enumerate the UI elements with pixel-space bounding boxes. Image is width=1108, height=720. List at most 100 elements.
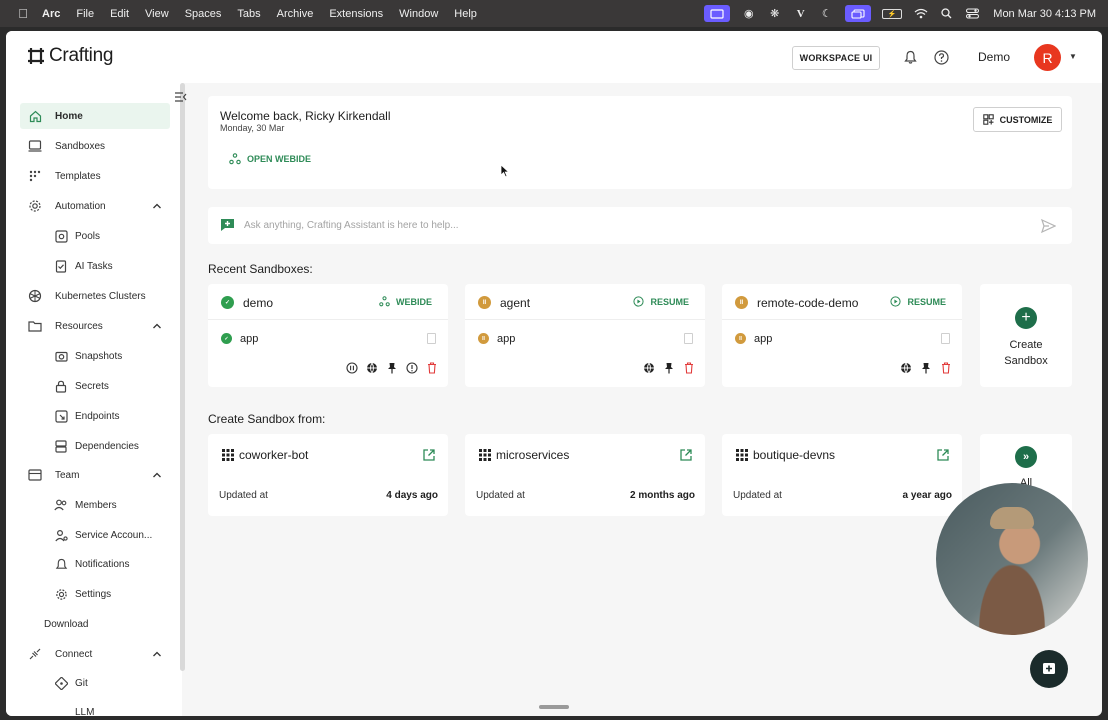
menu-file[interactable]: File bbox=[76, 8, 94, 20]
workspace-ui-button[interactable]: WORKSPACE UI bbox=[792, 46, 880, 70]
file-icon[interactable] bbox=[684, 333, 693, 344]
menu-archive[interactable]: Archive bbox=[277, 8, 314, 20]
sidebar-item-download[interactable]: Download bbox=[27, 611, 170, 637]
sidebar-item-sandboxes[interactable]: Sandboxes bbox=[27, 133, 170, 159]
workspace-status-icon: ✓ bbox=[221, 333, 232, 344]
template-card-boutique-devns[interactable]: boutique-devns Updated at a year ago bbox=[722, 434, 962, 516]
sidebar-item-llm[interactable]: LLM bbox=[53, 699, 170, 717]
open-external-icon[interactable] bbox=[936, 448, 950, 462]
menu-extensions[interactable]: Extensions bbox=[329, 8, 383, 20]
chevron-up-icon[interactable] bbox=[152, 201, 162, 211]
sidebar-scrollbar[interactable] bbox=[180, 83, 185, 671]
sandbox-name[interactable]: demo bbox=[243, 296, 273, 310]
moon-icon[interactable]: ☾ bbox=[819, 7, 834, 20]
chevron-up-icon[interactable] bbox=[152, 470, 162, 480]
wifi-icon[interactable] bbox=[913, 7, 928, 20]
dots-circle-icon[interactable]: ❋ bbox=[767, 7, 782, 20]
menu-help[interactable]: Help bbox=[454, 8, 477, 20]
sidebar-item-connect[interactable]: Connect bbox=[27, 641, 170, 667]
menubar-clock[interactable]: Mon Mar 30 4:13 PM bbox=[993, 8, 1096, 20]
template-card-coworker-bot[interactable]: coworker-bot Updated at 4 days ago bbox=[208, 434, 448, 516]
brand-logo[interactable]: Crafting bbox=[27, 45, 113, 67]
battery-icon[interactable]: ⚡ bbox=[882, 8, 903, 19]
create-sandbox-card[interactable]: + Create Sandbox bbox=[980, 284, 1072, 387]
sandbox-card-remote-code-demo[interactable]: II remote-code-demo RESUME II app bbox=[722, 284, 962, 387]
webide-icon bbox=[229, 153, 241, 165]
database-icon bbox=[53, 438, 69, 454]
grammarly-icon[interactable]: ◉ bbox=[741, 7, 756, 20]
trash-icon[interactable] bbox=[939, 361, 952, 374]
workspace-name[interactable]: app bbox=[754, 333, 772, 345]
control-center-icon[interactable] bbox=[965, 7, 980, 20]
open-external-icon[interactable] bbox=[679, 448, 693, 462]
sandbox-card-header: II remote-code-demo RESUME bbox=[722, 284, 962, 320]
user-name[interactable]: Demo bbox=[978, 50, 1010, 64]
sidebar-item-ai-tasks[interactable]: AI Tasks bbox=[53, 253, 170, 279]
template-card-microservices[interactable]: microservices Updated at 2 months ago bbox=[465, 434, 705, 516]
sidebar-item-secrets[interactable]: Secrets bbox=[53, 373, 170, 399]
customize-button[interactable]: CUSTOMIZE bbox=[973, 107, 1062, 132]
globe-icon[interactable] bbox=[899, 361, 912, 374]
pin-icon[interactable] bbox=[662, 361, 675, 374]
sandbox-card-demo[interactable]: ✓ demo WEBIDE ✓ app bbox=[208, 284, 448, 387]
avatar[interactable]: R bbox=[1034, 44, 1061, 71]
vectorworks-icon[interactable]: V bbox=[793, 7, 808, 20]
sidebar-item-home[interactable]: Home bbox=[20, 103, 170, 129]
menu-arc[interactable]: Arc bbox=[42, 8, 60, 20]
workspace-name[interactable]: app bbox=[240, 333, 258, 345]
sidebar-item-service-accounts[interactable]: Service Accoun... bbox=[53, 522, 170, 548]
pin-icon[interactable] bbox=[919, 361, 932, 374]
open-webide-button[interactable]: OPEN WEBIDE bbox=[229, 153, 311, 165]
sidebar-item-notifications[interactable]: Notifications bbox=[53, 551, 170, 577]
menu-view[interactable]: View bbox=[145, 8, 169, 20]
bell-icon[interactable] bbox=[902, 49, 918, 65]
collapse-sidebar-icon[interactable] bbox=[174, 92, 187, 102]
resume-button[interactable]: RESUME bbox=[890, 296, 946, 307]
sidebar-item-team[interactable]: Team bbox=[27, 462, 170, 488]
sidebar-item-dependencies[interactable]: Dependencies bbox=[53, 433, 170, 459]
menu-tabs[interactable]: Tabs bbox=[237, 8, 260, 20]
open-external-icon[interactable] bbox=[422, 448, 436, 462]
chevron-up-icon[interactable] bbox=[152, 649, 162, 659]
workspace-name[interactable]: app bbox=[497, 333, 515, 345]
assistant-input[interactable] bbox=[244, 215, 1024, 235]
file-icon[interactable] bbox=[427, 333, 436, 344]
file-icon[interactable] bbox=[941, 333, 950, 344]
globe-icon[interactable] bbox=[365, 361, 378, 374]
search-icon[interactable] bbox=[939, 7, 954, 20]
chevron-down-icon[interactable]: ▼ bbox=[1069, 52, 1077, 61]
sidebar-item-automation[interactable]: Automation bbox=[27, 193, 170, 219]
pause-icon[interactable] bbox=[345, 361, 358, 374]
sandbox-name[interactable]: remote-code-demo bbox=[757, 296, 858, 310]
webide-button[interactable]: WEBIDE bbox=[379, 296, 432, 307]
trash-icon[interactable] bbox=[425, 361, 438, 374]
sidebar-item-snapshots[interactable]: Snapshots bbox=[53, 343, 170, 369]
help-icon[interactable] bbox=[933, 49, 949, 65]
globe-icon[interactable] bbox=[642, 361, 655, 374]
horizontal-scroll-handle[interactable] bbox=[539, 705, 569, 709]
sidebar-item-templates[interactable]: Templates bbox=[27, 163, 170, 189]
sidebar-item-pools[interactable]: Pools bbox=[53, 223, 170, 249]
chevron-up-icon[interactable] bbox=[152, 321, 162, 331]
info-icon[interactable] bbox=[405, 361, 418, 374]
apple-icon[interactable]:  bbox=[14, 6, 32, 21]
sidebar-item-endpoints[interactable]: Endpoints bbox=[53, 403, 170, 429]
sidebar-item-resources[interactable]: Resources bbox=[27, 313, 170, 339]
send-icon[interactable] bbox=[1041, 219, 1056, 233]
webcam-overlay[interactable] bbox=[936, 483, 1088, 635]
pin-icon[interactable] bbox=[385, 361, 398, 374]
sidebar-item-settings[interactable]: Settings bbox=[53, 581, 170, 607]
sidebar-item-kubernetes[interactable]: Kubernetes Clusters bbox=[27, 283, 170, 309]
sandbox-card-agent[interactable]: II agent RESUME II app bbox=[465, 284, 705, 387]
screen-share-icon[interactable] bbox=[704, 5, 731, 22]
sidebar-item-git[interactable]: Git bbox=[53, 670, 170, 696]
windows-icon[interactable] bbox=[845, 5, 872, 22]
sandbox-name[interactable]: agent bbox=[500, 296, 530, 310]
menu-edit[interactable]: Edit bbox=[110, 8, 129, 20]
menu-spaces[interactable]: Spaces bbox=[185, 8, 222, 20]
assistant-fab-button[interactable] bbox=[1030, 650, 1068, 688]
resume-button[interactable]: RESUME bbox=[633, 296, 689, 307]
menu-window[interactable]: Window bbox=[399, 8, 438, 20]
trash-icon[interactable] bbox=[682, 361, 695, 374]
sidebar-item-members[interactable]: Members bbox=[53, 492, 170, 518]
